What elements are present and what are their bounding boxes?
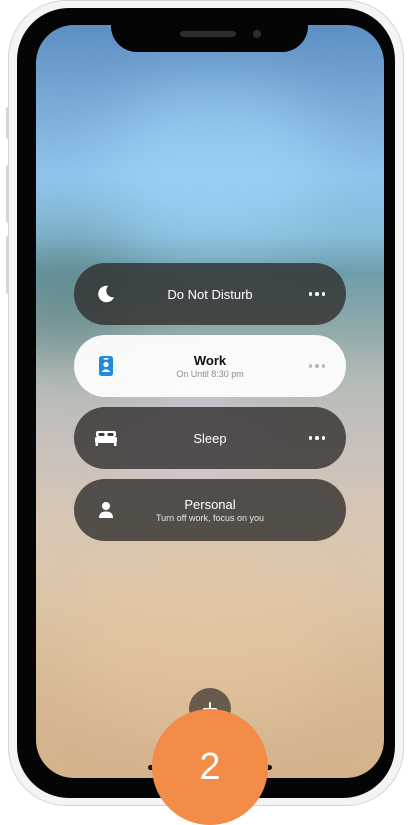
focus-personal[interactable]: Personal Turn off work, focus on you: [74, 479, 346, 541]
focus-label-group: Personal Turn off work, focus on you: [134, 479, 286, 541]
wallpaper-blur: [106, 85, 326, 245]
focus-do-not-disturb[interactable]: Do Not Disturb: [74, 263, 346, 325]
ellipsis-icon[interactable]: [304, 284, 330, 304]
ellipsis-icon[interactable]: [304, 428, 330, 448]
focus-label-group: Sleep: [134, 407, 286, 469]
id-badge-icon: [94, 354, 118, 378]
notch: [111, 8, 308, 52]
focus-label-group: Do Not Disturb: [134, 263, 286, 325]
front-camera: [253, 30, 261, 38]
moon-icon: [94, 282, 118, 306]
focus-title: Sleep: [193, 430, 227, 446]
bed-icon: [94, 426, 118, 450]
person-icon: [94, 498, 118, 522]
focus-description: Turn off work, focus on you: [155, 512, 265, 523]
focus-label-group: Work On Until 8:30 pm: [134, 335, 286, 397]
focus-title: Personal: [184, 496, 236, 512]
ellipsis-icon[interactable]: [304, 356, 330, 376]
focus-status: On Until 8:30 pm: [176, 368, 244, 379]
focus-sleep[interactable]: Sleep: [74, 407, 346, 469]
focus-title: Work: [193, 352, 227, 368]
speaker-grille: [180, 31, 236, 37]
focus-screen: [36, 25, 384, 778]
focus-title: Do Not Disturb: [167, 286, 253, 302]
step-badge: 2: [152, 709, 268, 825]
focus-work[interactable]: Work On Until 8:30 pm: [74, 335, 346, 397]
